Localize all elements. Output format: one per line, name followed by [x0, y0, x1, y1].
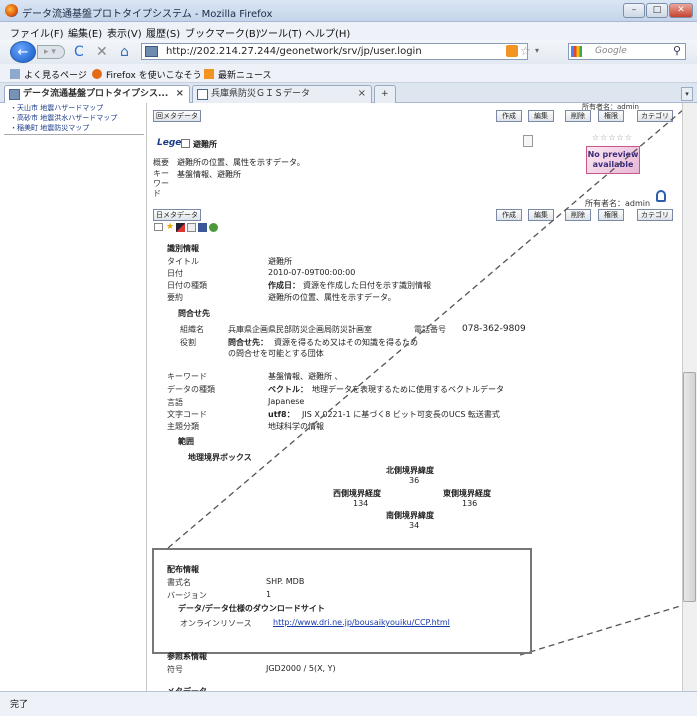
callout-line-top — [167, 103, 691, 549]
callout-line-bottom — [519, 602, 691, 656]
version-label: バージョン — [167, 591, 207, 600]
download-heading: データ/データ仕様のダウンロードサイト — [178, 604, 325, 613]
format-value: SHP. MDB — [266, 577, 305, 586]
highlight-box — [152, 548, 532, 654]
status-text: 完了 — [10, 700, 29, 710]
version-value: 1 — [266, 590, 272, 599]
status-bar: 完了 — [0, 691, 697, 716]
format-label: 書式名 — [167, 578, 191, 587]
code-label: 符号 — [167, 665, 183, 674]
scrollbar-thumb[interactable] — [683, 372, 696, 602]
reference-system-heading: 参照系情報 — [167, 652, 207, 661]
distribution-heading: 配布情報 — [167, 565, 199, 574]
online-resource-link[interactable]: http://www.dri.ne.jp/bousaikyouiku/CCP.h… — [273, 618, 450, 627]
code-value: JGD2000 / 5(X, Y) — [266, 664, 336, 673]
online-resource-label: オンラインリソース — [180, 619, 252, 628]
